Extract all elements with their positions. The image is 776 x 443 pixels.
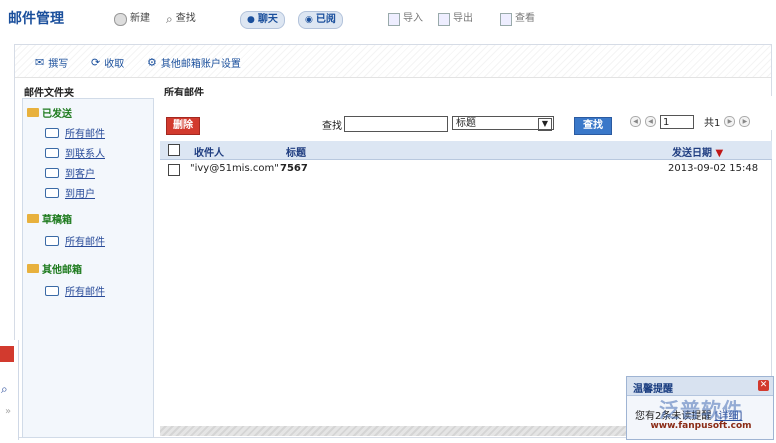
next-page-icon[interactable]: ▶ bbox=[724, 116, 736, 127]
sidebar-item-sent-users[interactable]: 到用户 bbox=[45, 185, 95, 200]
sidebar-item-label: 到用户 bbox=[65, 189, 95, 200]
expand-arrow-icon[interactable]: » bbox=[5, 406, 11, 417]
sidebar-item-sent-customers[interactable]: 到客户 bbox=[45, 165, 95, 180]
find-label: 查找 bbox=[322, 121, 342, 132]
folder-icon bbox=[27, 214, 39, 223]
col-subject[interactable]: 标题 bbox=[286, 144, 306, 159]
magnifier-icon[interactable]: ⌕ bbox=[1, 382, 8, 397]
find-button[interactable]: 查找 bbox=[574, 117, 612, 135]
export-button[interactable]: 导出 bbox=[438, 11, 473, 27]
sidebar-item-other-all[interactable]: 所有邮件 bbox=[45, 283, 105, 298]
delete-button[interactable]: 删除 bbox=[166, 117, 200, 135]
page-input[interactable]: 1 bbox=[660, 114, 694, 129]
eye-icon: ◉ bbox=[305, 15, 313, 25]
red-tab-icon[interactable] bbox=[0, 346, 14, 362]
watermark: 泛普软件 www.fanpusoft.com bbox=[626, 394, 776, 431]
envelope-icon bbox=[45, 235, 59, 246]
col-date[interactable]: 发送日期 ▼ bbox=[672, 144, 723, 159]
search-row: 删除 查找 标题 ▼ 查找 ◀ ◀ 1 共1 ▶ ▶ bbox=[160, 96, 772, 135]
sort-desc-icon: ▼ bbox=[715, 148, 724, 159]
wrench-icon: ⚙ bbox=[147, 56, 157, 69]
last-page-icon[interactable]: ▶ bbox=[739, 116, 751, 127]
other-settings-button[interactable]: ⚙ 其他邮箱账户设置 bbox=[147, 55, 241, 70]
group-drafts[interactable]: 草稿箱 bbox=[27, 211, 72, 226]
refresh-icon: ⟳ bbox=[91, 56, 101, 69]
group-sent-label: 已发送 bbox=[42, 109, 72, 120]
new-button[interactable]: 新建 bbox=[114, 11, 150, 27]
group-other-label: 其他邮箱 bbox=[42, 265, 82, 276]
search-button[interactable]: ⌕ 查找 bbox=[166, 11, 196, 27]
prev-page-icon[interactable]: ◀ bbox=[645, 116, 656, 127]
receive-button[interactable]: ⟳ 收取 bbox=[91, 55, 124, 70]
table-header: 收件人 标题 发送日期 ▼ bbox=[160, 141, 772, 160]
sidebar-item-label: 所有邮件 bbox=[65, 129, 105, 140]
folder-icon bbox=[27, 108, 39, 117]
col-recipient[interactable]: 收件人 bbox=[194, 144, 224, 159]
compose-button[interactable]: ✉ 撰写 bbox=[35, 55, 68, 70]
folders-header: 邮件文件夹 bbox=[24, 88, 74, 99]
view-button[interactable]: 查看 bbox=[500, 11, 535, 27]
table-row[interactable]: "ivy@51mis.com" 7567 2013-09-02 15:48 bbox=[160, 161, 772, 177]
chat-icon: ● bbox=[247, 15, 255, 25]
view-label: 查看 bbox=[515, 13, 535, 24]
group-other[interactable]: 其他邮箱 bbox=[27, 261, 82, 276]
top-bar: 邮件管理 新建 ⌕ 查找 ● 聊天 ◉ 已阅 导入 导出 查看 bbox=[0, 0, 776, 36]
watermark-brand: 泛普软件 bbox=[659, 398, 743, 422]
group-drafts-label: 草稿箱 bbox=[42, 215, 72, 226]
chat-button[interactable]: ● 聊天 bbox=[240, 11, 285, 29]
import-label: 导入 bbox=[403, 13, 423, 24]
import-icon bbox=[388, 12, 400, 26]
folder-icon bbox=[27, 264, 39, 273]
sidebar: 已发送 所有邮件 到联系人 到客户 到用户 草稿箱 所有邮件 其他邮箱 所有邮件 bbox=[22, 98, 154, 438]
total-pages: 共1 bbox=[704, 118, 721, 129]
action-bar: ✉ 撰写 ⟳ 收取 ⚙ 其他邮箱账户设置 bbox=[15, 45, 771, 78]
col-date-label: 发送日期 bbox=[672, 148, 712, 159]
search-label: 查找 bbox=[175, 13, 196, 24]
sidebar-item-label: 所有邮件 bbox=[65, 237, 105, 248]
sidebar-item-label: 到客户 bbox=[65, 169, 95, 180]
reminder-title: 温馨提醒 bbox=[633, 384, 673, 395]
new-label: 新建 bbox=[130, 13, 150, 24]
chevron-down-icon: ▼ bbox=[538, 118, 552, 131]
sidebar-item-drafts-all[interactable]: 所有邮件 bbox=[45, 233, 105, 248]
watermark-url: www.fanpusoft.com bbox=[650, 421, 752, 431]
receive-label: 收取 bbox=[104, 59, 125, 70]
envelope-icon bbox=[45, 285, 59, 296]
envelope-icon bbox=[45, 147, 59, 158]
row-date: 2013-09-02 15:48 bbox=[668, 163, 759, 174]
group-sent[interactable]: 已发送 bbox=[27, 105, 72, 120]
read-button[interactable]: ◉ 已阅 bbox=[298, 11, 343, 29]
search-input[interactable] bbox=[344, 116, 448, 132]
import-button[interactable]: 导入 bbox=[388, 11, 423, 27]
field-select[interactable]: 标题 ▼ bbox=[452, 116, 554, 131]
sidebar-item-sent-all[interactable]: 所有邮件 bbox=[45, 125, 105, 140]
other-settings-label: 其他邮箱账户设置 bbox=[160, 59, 241, 70]
compose-icon: ✉ bbox=[35, 56, 45, 69]
field-select-value: 标题 bbox=[456, 118, 476, 129]
envelope-icon bbox=[45, 187, 59, 198]
search-icon: ⌕ bbox=[166, 12, 173, 26]
close-icon[interactable]: ✕ bbox=[758, 380, 769, 391]
compose-label: 撰写 bbox=[48, 59, 69, 70]
app-title: 邮件管理 bbox=[8, 11, 64, 27]
pager: ◀ ◀ 1 共1 ▶ ▶ bbox=[630, 114, 751, 129]
sidebar-item-label: 所有邮件 bbox=[65, 287, 105, 298]
export-label: 导出 bbox=[453, 13, 473, 24]
row-checkbox[interactable] bbox=[168, 164, 180, 176]
bottom-band bbox=[160, 426, 626, 436]
first-page-icon[interactable]: ◀ bbox=[630, 116, 641, 127]
view-icon bbox=[500, 12, 512, 26]
read-label: 已阅 bbox=[315, 14, 336, 25]
chat-label: 聊天 bbox=[257, 14, 278, 25]
sidebar-item-sent-contacts[interactable]: 到联系人 bbox=[45, 145, 105, 160]
envelope-icon bbox=[45, 127, 59, 138]
row-recipient: "ivy@51mis.com" bbox=[190, 163, 279, 174]
left-collapsed-panel: ⌕ » bbox=[0, 340, 19, 440]
envelope-icon bbox=[45, 167, 59, 178]
row-subject[interactable]: 7567 bbox=[280, 163, 308, 174]
export-icon bbox=[438, 12, 450, 26]
new-icon bbox=[114, 12, 127, 26]
select-all-checkbox[interactable] bbox=[168, 144, 180, 156]
sidebar-item-label: 到联系人 bbox=[65, 149, 105, 160]
